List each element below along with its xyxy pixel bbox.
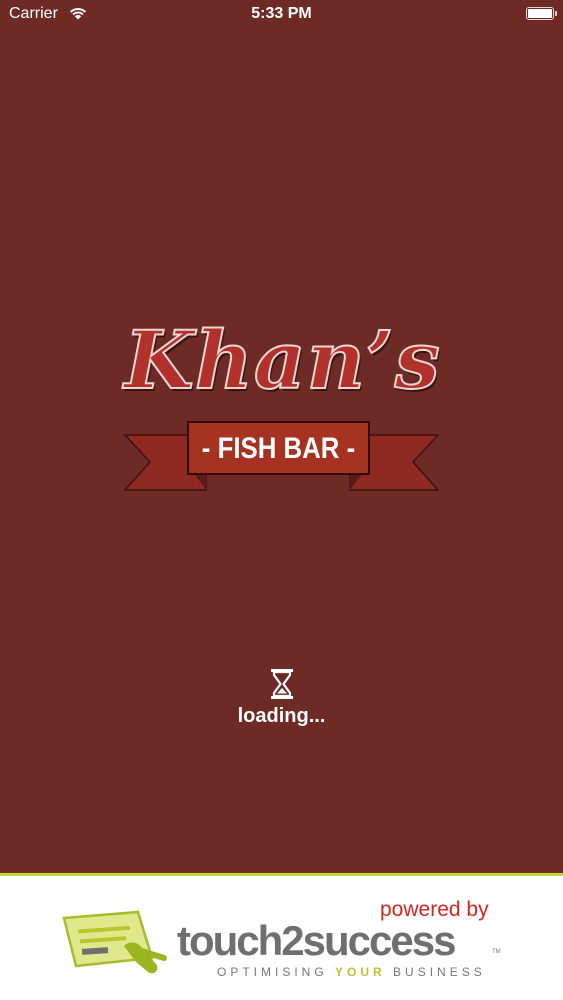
tagline-after: BUSINESS: [385, 965, 486, 979]
touch2success-logo-icon: [62, 910, 167, 974]
loading-indicator: loading...: [0, 668, 563, 728]
status-time: 5:33 PM: [251, 5, 312, 22]
status-bar: Carrier 5:33 PM: [0, 0, 563, 30]
restaurant-logo: Khan’s - FISH BAR -: [110, 310, 455, 500]
brand-tagline: OPTIMISING YOUR BUSINESS: [217, 965, 486, 979]
brand-name: touch2success: [177, 917, 456, 964]
logo-script-text: Khan’s: [123, 312, 441, 408]
loading-text: loading...: [237, 705, 326, 727]
tagline-accent: YOUR: [335, 965, 386, 979]
tagline-before: OPTIMISING: [217, 965, 336, 979]
battery-icon: [526, 7, 557, 20]
trademark-mark: TM: [492, 949, 501, 955]
powered-by-footer: powered by touch2success TM OPTIMISING Y…: [0, 873, 563, 1000]
hourglass-icon: [270, 669, 293, 699]
banner-text: - FISH BAR -: [201, 432, 356, 465]
